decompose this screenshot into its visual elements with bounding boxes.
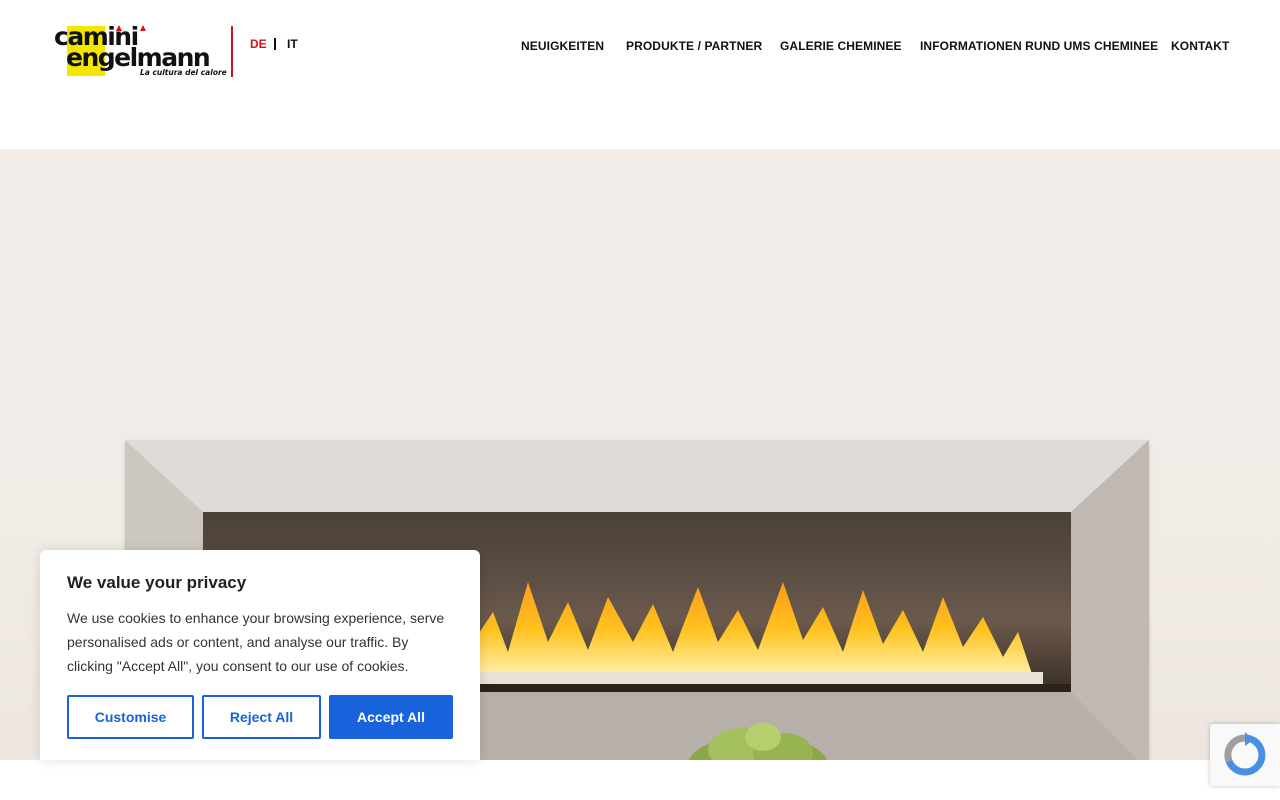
recaptcha-icon bbox=[1224, 732, 1266, 776]
reject-all-button[interactable]: Reject All bbox=[202, 695, 321, 739]
language-de[interactable]: DE bbox=[250, 37, 267, 51]
plant-image bbox=[688, 723, 828, 760]
nav-item-kontakt[interactable]: KONTAKT bbox=[1171, 39, 1229, 53]
accept-all-button[interactable]: Accept All bbox=[329, 695, 453, 739]
language-it[interactable]: IT bbox=[287, 37, 298, 51]
customise-button[interactable]: Customise bbox=[67, 695, 194, 739]
nav-item-produkte-partner[interactable]: PRODUKTE / PARTNER bbox=[626, 39, 762, 53]
logo-tagline: La cultura del calore bbox=[140, 68, 227, 77]
site-logo[interactable]: camini engelmann La cultura del calore bbox=[54, 22, 234, 80]
recaptcha-badge[interactable] bbox=[1210, 724, 1280, 786]
nav-item-galerie-cheminee[interactable]: GALERIE CHEMINEE bbox=[780, 39, 902, 53]
logo-divider bbox=[231, 26, 233, 77]
site-header: camini engelmann La cultura del calore D… bbox=[0, 0, 1280, 149]
cookie-description: We use cookies to enhance your browsing … bbox=[67, 610, 445, 674]
cookie-consent-banner: We value your privacy We use cookies to … bbox=[40, 550, 480, 760]
cookie-title: We value your privacy bbox=[67, 573, 247, 592]
logo-line2: engelmann bbox=[66, 43, 211, 72]
nav-item-neuigkeiten[interactable]: NEUIGKEITEN bbox=[521, 39, 604, 53]
language-separator bbox=[274, 38, 276, 50]
nav-item-informationen[interactable]: INFORMATIONEN RUND UMS CHEMINEE bbox=[920, 39, 1158, 53]
logo-accent-icon bbox=[140, 25, 146, 31]
